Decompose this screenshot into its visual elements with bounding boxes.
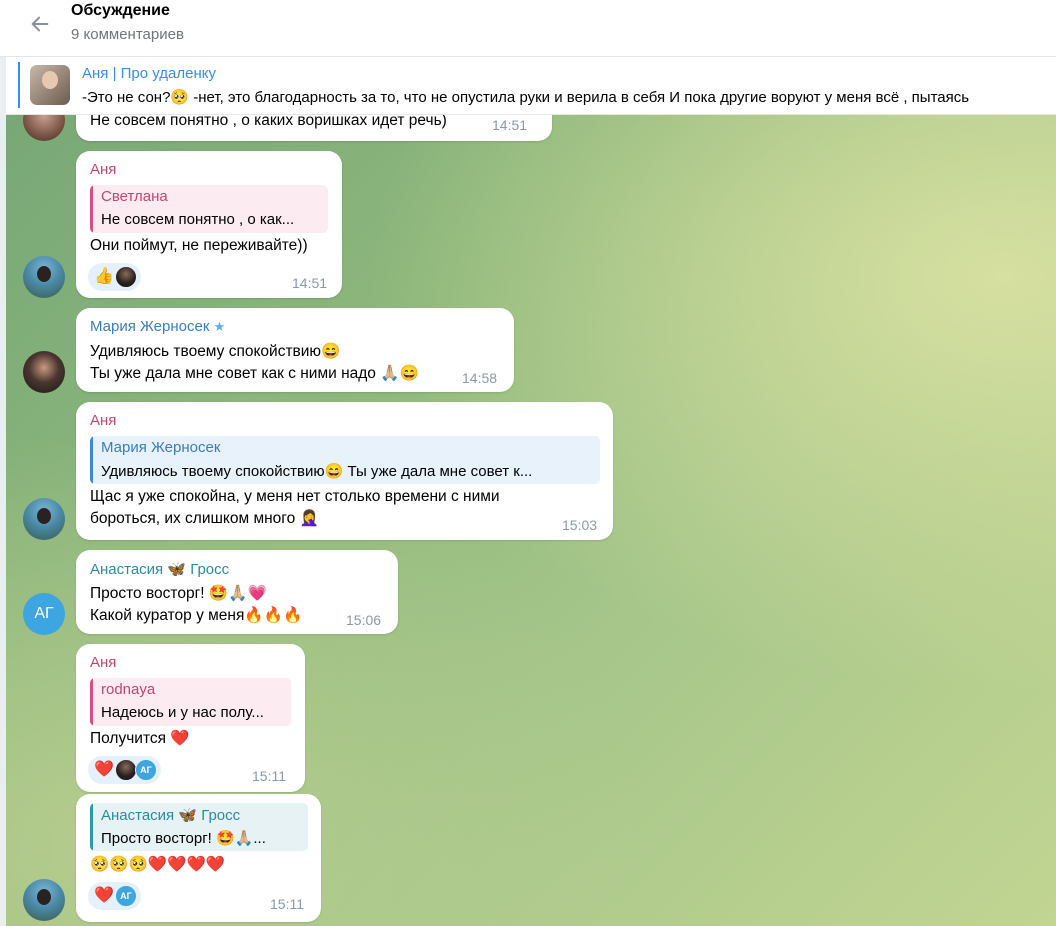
message-bubble[interactable]: Не совсем понятно , о каких воришках иде…: [76, 115, 552, 141]
post-channel-name: Аня | Про удаленку: [82, 65, 216, 82]
avatar[interactable]: [23, 351, 65, 393]
message-bubble[interactable]: Аня Мария Жерносек Удивляюсь твоему спок…: [76, 402, 613, 540]
comment-count: 9 комментариев: [71, 26, 184, 43]
message-time: 15:03: [562, 517, 598, 533]
message-text: бороться, их слишком много 🤦‍♀️: [90, 510, 319, 527]
reactor-avatar: АГ: [134, 759, 157, 781]
sender-name: Анастасия 🦋 Гросс: [90, 561, 230, 578]
message-text: Удивляюсь твоему спокойствию😄: [90, 343, 341, 360]
reactor-avatar: [114, 266, 137, 288]
message-time: 15:06: [346, 612, 382, 628]
avatar[interactable]: [23, 256, 65, 298]
reply-quote[interactable]: Мария Жерносек Удивляюсь твоему спокойст…: [90, 436, 600, 484]
message-time: 14:51: [492, 117, 528, 133]
message-text: Просто восторг! 🤩🙏🏼💗: [90, 585, 267, 602]
sender-name: Мария Жерносек ★: [90, 318, 225, 335]
chat-area[interactable]: Не совсем понятно , о каких воришках иде…: [6, 115, 1056, 926]
message-bubble[interactable]: Анастасия 🦋 Гросс Просто восторг! 🤩🙏🏼...…: [76, 794, 321, 922]
reactions[interactable]: 👍: [88, 263, 141, 291]
message-time: 14:51: [292, 275, 328, 291]
message-text: Какой куратор у меня🔥🔥🔥: [90, 607, 303, 624]
message-time: 14:58: [462, 370, 498, 386]
quote-author: Светлана: [101, 188, 168, 205]
sender-name: Аня: [90, 161, 117, 178]
reply-quote[interactable]: Светлана Не совсем понятно , о как...: [90, 185, 328, 233]
message-bubble[interactable]: Аня rodnaya Надеюсь и у нас полу... Полу…: [76, 644, 305, 792]
pinned-accent-bar: [18, 62, 20, 108]
message-text: Щас я уже спокойна, у меня нет столько в…: [90, 488, 500, 505]
thumbs-up-icon: 👍: [94, 268, 114, 285]
message-text: Не совсем понятно , о каких воришках иде…: [90, 115, 447, 129]
message-time: 15:11: [270, 896, 304, 912]
message-bubble[interactable]: Мария Жерносек ★ Удивляюсь твоему спокой…: [76, 308, 514, 392]
message-time: 15:11: [252, 768, 286, 784]
avatar[interactable]: [23, 115, 65, 141]
post-thumbnail: [30, 65, 70, 105]
original-post-preview[interactable]: Аня | Про удаленку -Это не сон?🥺 -нет, э…: [6, 57, 1056, 115]
reactions[interactable]: ❤️ АГ: [88, 882, 141, 910]
avatar[interactable]: [23, 498, 65, 540]
arrow-left-icon: [31, 16, 49, 32]
reactions[interactable]: ❤️ АГ: [88, 756, 161, 784]
quote-text: Удивляюсь твоему спокойствию😄 Ты уже дал…: [101, 463, 533, 480]
avatar[interactable]: [23, 879, 65, 921]
back-button[interactable]: [24, 8, 56, 40]
message-text: Получится ❤️: [90, 730, 190, 747]
message-text: Они поймут, не переживайте)): [90, 237, 308, 254]
quote-author: rodnaya: [101, 681, 156, 698]
page-title: Обсуждение: [71, 2, 170, 19]
heart-icon: ❤️: [94, 887, 114, 904]
sender-name-text: Мария Жерносек: [90, 318, 210, 335]
message-bubble[interactable]: Анастасия 🦋 Гросс Просто восторг! 🤩🙏🏼💗 К…: [76, 550, 398, 634]
reply-quote[interactable]: rodnaya Надеюсь и у нас полу...: [90, 678, 291, 726]
message-bubble[interactable]: Аня Светлана Не совсем понятно , о как..…: [76, 151, 342, 298]
message-text: 🥺🥺🥺❤️❤️❤️❤️: [90, 856, 226, 873]
quote-text: Просто восторг! 🤩🙏🏼...: [101, 830, 266, 847]
discussion-header: Обсуждение 9 комментариев: [0, 0, 1056, 57]
reactor-avatar: [114, 759, 137, 781]
star-icon: ★: [213, 319, 226, 334]
quote-author: Анастасия 🦋 Гросс: [101, 807, 241, 824]
quote-text: Надеюсь и у нас полу...: [101, 704, 264, 721]
post-preview-text: -Это не сон?🥺 -нет, это благодарность за…: [82, 89, 970, 106]
reactor-avatar: АГ: [114, 885, 137, 907]
sender-name: Аня: [90, 654, 117, 671]
sender-name: Аня: [90, 412, 117, 429]
quote-text: Не совсем понятно , о как...: [101, 211, 295, 228]
message-text: Ты уже дала мне совет как с ними надо 🙏🏼…: [90, 365, 419, 382]
reply-quote[interactable]: Анастасия 🦋 Гросс Просто восторг! 🤩🙏🏼...: [90, 803, 308, 851]
heart-icon: ❤️: [94, 761, 114, 778]
avatar[interactable]: АГ: [23, 593, 65, 635]
quote-author: Мария Жерносек: [101, 439, 221, 456]
